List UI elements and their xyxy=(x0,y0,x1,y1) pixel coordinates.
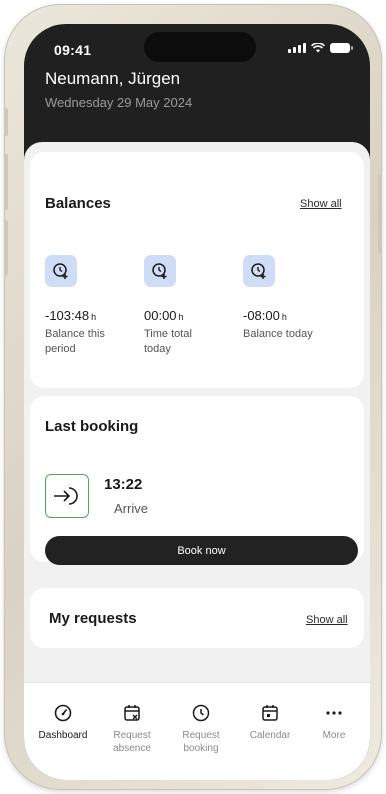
balance-value: -08:00 h xyxy=(243,308,287,323)
volume-down-button xyxy=(4,220,8,276)
clock-plus-icon xyxy=(243,255,275,287)
balance-label: Balance this period xyxy=(45,328,105,355)
status-time: 09:41 xyxy=(54,42,92,58)
signal-icon xyxy=(288,43,306,53)
my-requests-title: My requests xyxy=(49,610,137,627)
arrive-icon xyxy=(45,474,89,518)
balance-label: Balance today xyxy=(243,328,313,340)
dashboard-icon xyxy=(54,704,72,722)
my-requests-card: My requests Show all xyxy=(30,588,364,648)
dynamic-island xyxy=(144,32,256,62)
more-icon xyxy=(326,711,342,715)
tab-dashboard[interactable]: Dashboard xyxy=(28,703,98,742)
phone-frame: 09:41 Neumann, Jürgen Wednesday 29 May 2… xyxy=(4,4,382,790)
balance-item[interactable]: -08:00 h Balance today xyxy=(243,255,323,342)
tab-label: More xyxy=(322,730,346,741)
tab-label: Calendar xyxy=(249,730,291,741)
last-booking-title: Last booking xyxy=(45,418,139,435)
tab-request-booking[interactable]: Request booking xyxy=(166,703,236,755)
balance-label: Time total today xyxy=(144,328,192,355)
status-bar: 09:41 xyxy=(24,24,370,74)
book-now-button[interactable]: Book now xyxy=(45,536,358,565)
last-booking-time: 13:22 xyxy=(104,476,143,493)
last-booking-type: Arrive xyxy=(114,501,148,516)
tab-request-absence[interactable]: Request absence xyxy=(97,703,167,755)
balances-show-all-link[interactable]: Show all xyxy=(300,198,342,210)
tab-label: Dashboard xyxy=(38,730,88,741)
balance-item[interactable]: -103:48 h Balance this period xyxy=(45,255,125,357)
status-icons xyxy=(288,43,353,53)
tab-bar: Dashboard Request absence Request booking … xyxy=(24,682,370,780)
wifi-icon xyxy=(311,43,325,53)
balance-item[interactable]: 00:00 h Time total today xyxy=(144,255,224,357)
power-button xyxy=(378,174,382,254)
balance-value: 00:00 h xyxy=(144,308,184,323)
clock-plus-icon xyxy=(45,255,77,287)
current-date: Wednesday 29 May 2024 xyxy=(45,95,193,110)
mute-switch xyxy=(4,108,8,136)
battery-icon xyxy=(330,43,353,53)
user-name: Neumann, Jürgen xyxy=(45,69,181,88)
balances-card: Balances Show all -103:48 h Balance this p… xyxy=(30,152,364,388)
tab-label: Request absence xyxy=(113,730,151,754)
clock-plus-icon xyxy=(144,255,176,287)
volume-up-button xyxy=(4,154,8,210)
clock-icon xyxy=(192,704,210,722)
tab-more[interactable]: More xyxy=(299,703,369,742)
calendar-x-icon xyxy=(124,705,140,721)
phone-screen: 09:41 Neumann, Jürgen Wednesday 29 May 2… xyxy=(24,24,370,780)
tab-calendar[interactable]: Calendar xyxy=(235,703,305,742)
calendar-icon xyxy=(262,705,278,721)
requests-show-all-link[interactable]: Show all xyxy=(306,614,348,626)
balances-title: Balances xyxy=(45,195,111,212)
tab-label: Request booking xyxy=(182,730,220,754)
balance-value: -103:48 h xyxy=(45,308,97,323)
